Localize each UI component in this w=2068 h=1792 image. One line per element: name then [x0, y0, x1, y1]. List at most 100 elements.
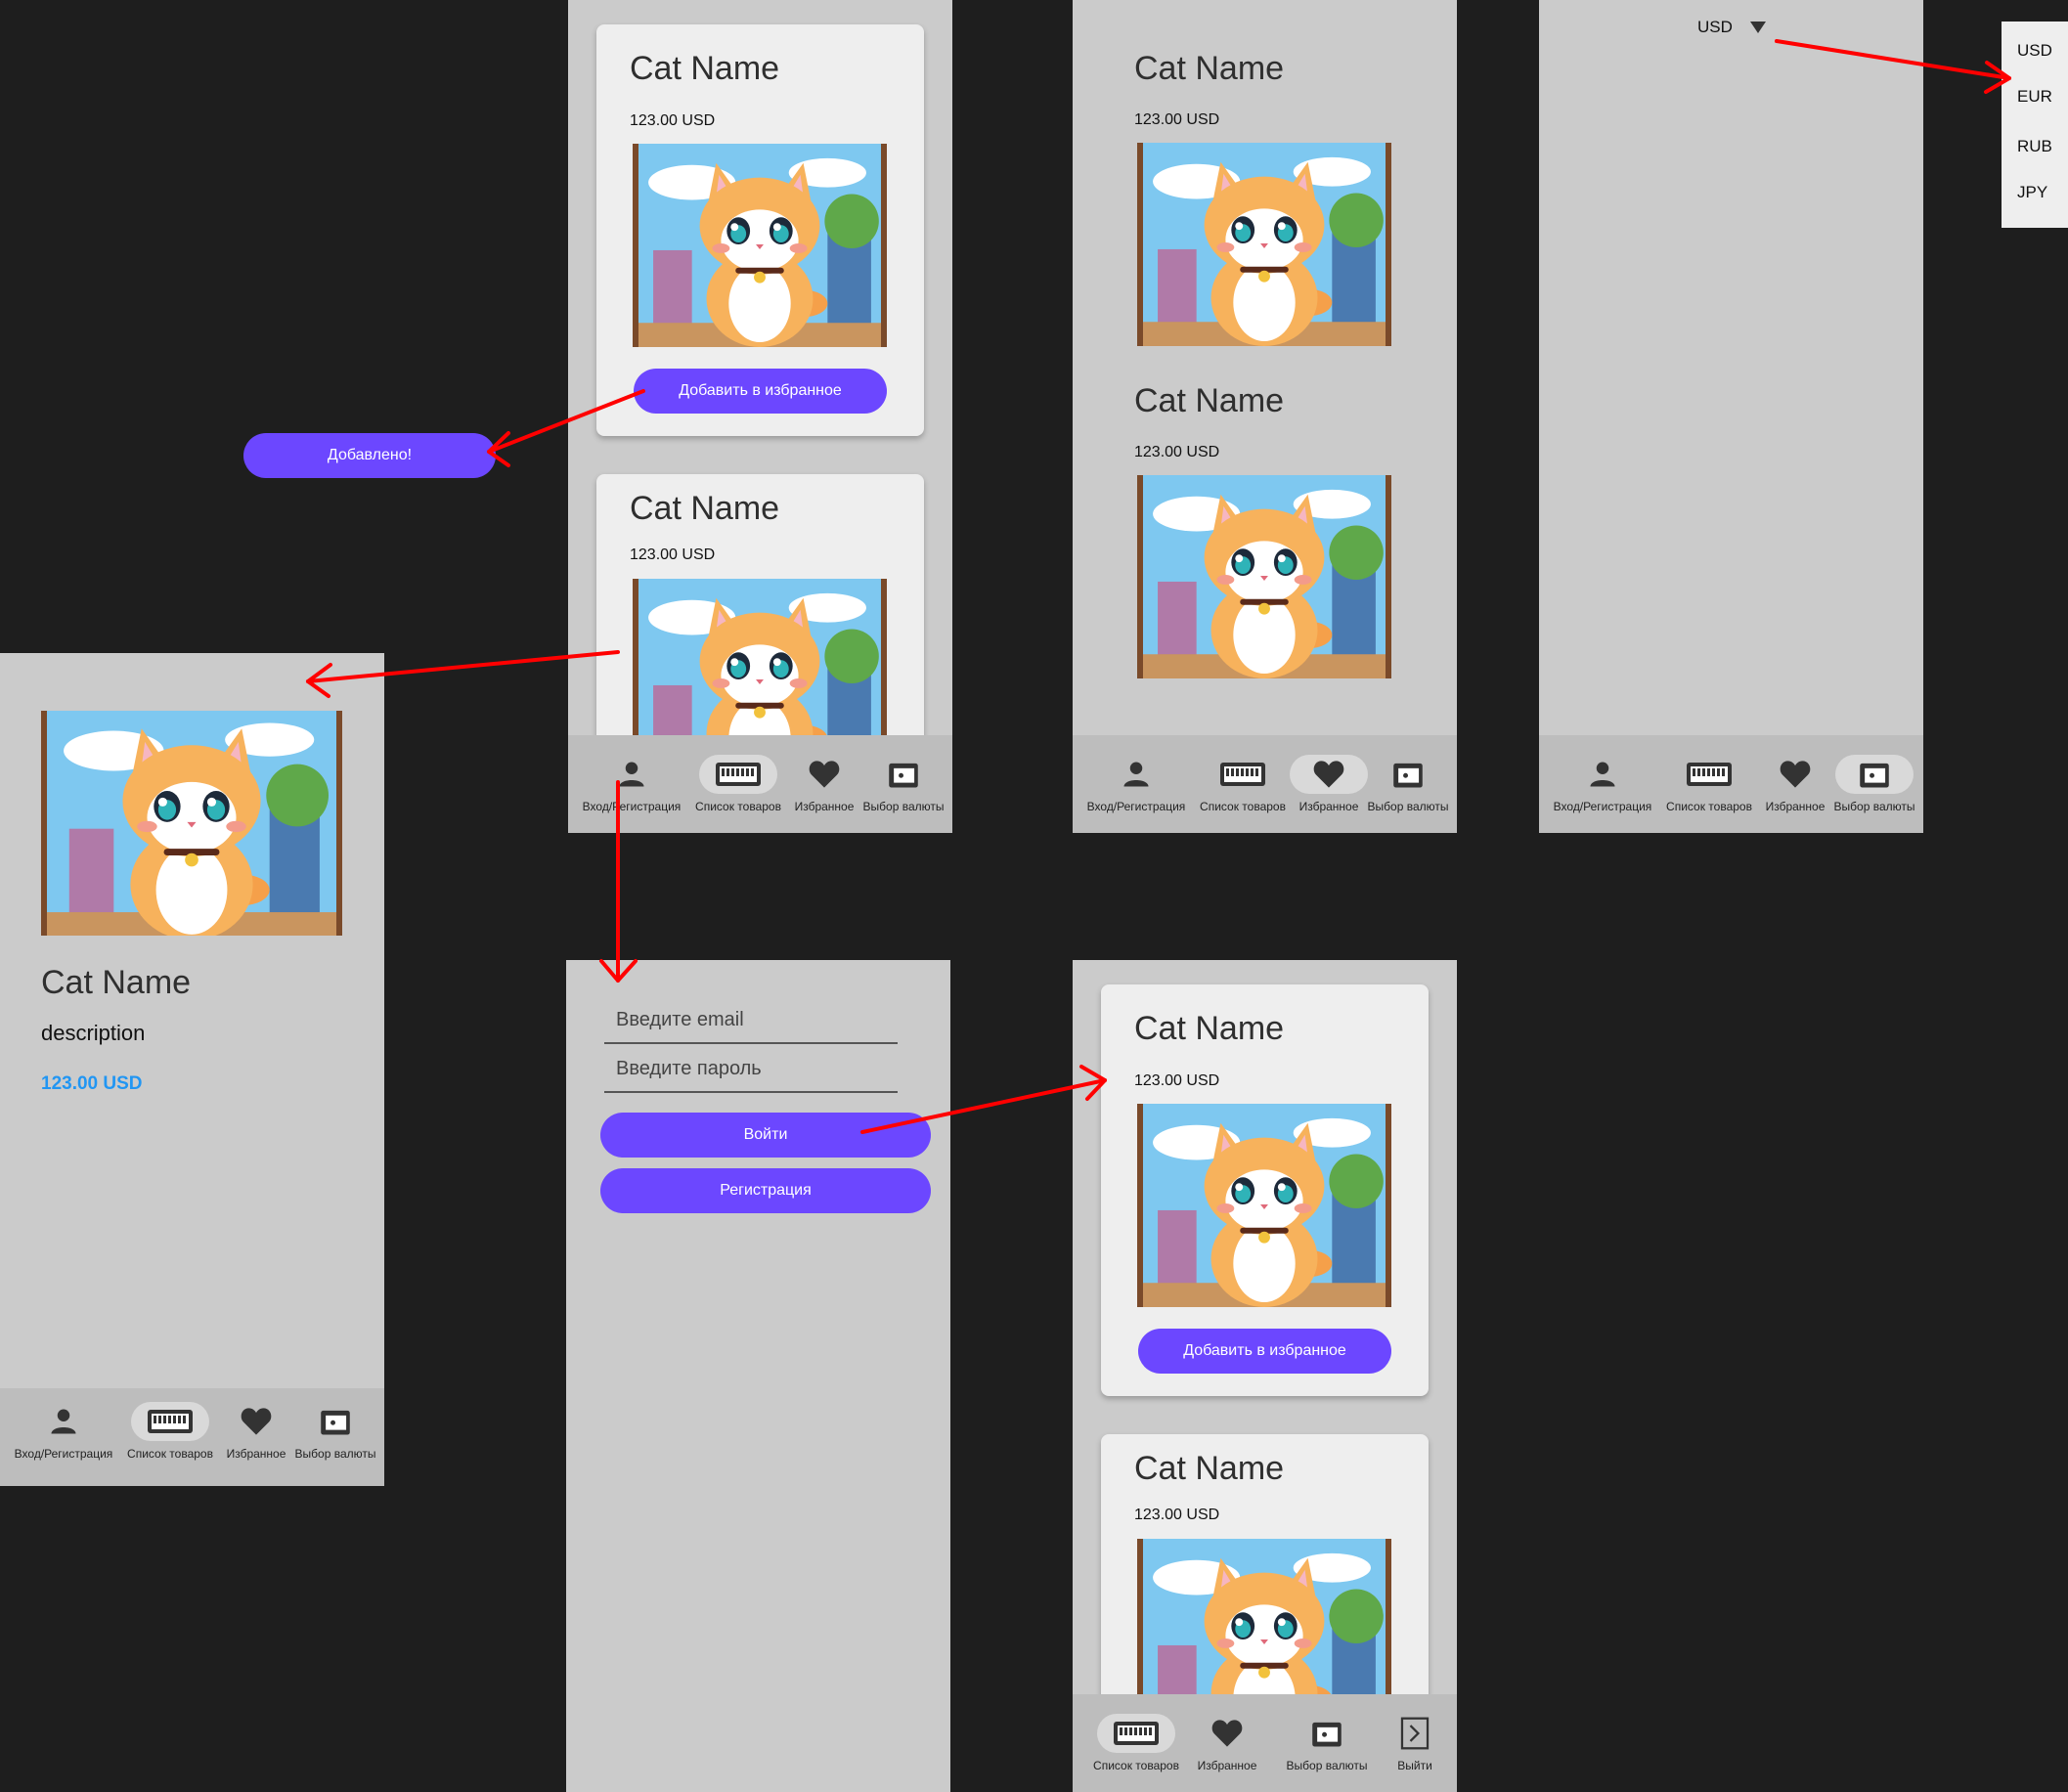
- product-name: Cat Name: [1134, 50, 1285, 87]
- catalog-icon: [1219, 762, 1266, 787]
- add-favorite-button[interactable]: Добавить в избранное: [634, 369, 887, 414]
- catalog-icon: [147, 1409, 194, 1434]
- product-name: Cat Name: [630, 50, 780, 87]
- nav-label-logout: Выйти: [1397, 1759, 1432, 1772]
- nav-currency[interactable]: Выбор валюты: [1830, 755, 1918, 813]
- nav-label-login: Вход/Регистрация: [1086, 800, 1186, 813]
- wallet-icon: [1859, 760, 1890, 789]
- exit-icon: [1400, 1717, 1430, 1750]
- nav-label-catalog: Список товаров: [695, 800, 781, 813]
- nav-label-login: Вход/Регистрация: [14, 1447, 113, 1461]
- product-name: Cat Name: [1134, 1010, 1285, 1047]
- currency-option-jpy[interactable]: JPY: [2017, 183, 2047, 202]
- user-icon: [617, 760, 646, 789]
- nav-favorites[interactable]: Избранное: [785, 755, 863, 813]
- screen-login: Введите email Введите пароль Войти Регис…: [566, 960, 950, 1792]
- nav-favorites[interactable]: Избранное: [1188, 1714, 1266, 1772]
- nav-label-catalog: Список товаров: [1666, 800, 1752, 813]
- nav-label-favorites: Избранное: [794, 800, 855, 813]
- nav-favorites[interactable]: Избранное: [1290, 755, 1368, 813]
- nav-icon-wrap: [785, 755, 863, 794]
- nav-favorites[interactable]: Избранное: [217, 1402, 295, 1461]
- nav-icon-wrap: [1670, 755, 1748, 794]
- product-name: Cat Name: [1134, 1450, 1285, 1487]
- chevron-down-icon: [1749, 22, 1766, 33]
- nav-currency[interactable]: Выбор валюты: [1364, 755, 1452, 813]
- product-description: description: [41, 1021, 146, 1045]
- product-image: [1137, 143, 1391, 346]
- nav-favorites[interactable]: Избранное: [1756, 755, 1834, 813]
- screen-currency: USD Вход/Регистрация Список товаров Избр…: [1539, 0, 1923, 833]
- nav-icon-wrap: [1188, 1714, 1266, 1753]
- nav-currency[interactable]: Выбор валюты: [291, 1402, 379, 1461]
- nav-catalog[interactable]: Список товаров: [1194, 755, 1292, 813]
- nav-login[interactable]: Вход/Регистрация: [573, 755, 690, 813]
- screen-catalog-authorized: Cat Name 123.00 USD Добавить в избранное…: [1073, 960, 1457, 1792]
- login-button[interactable]: Войти: [600, 1113, 931, 1158]
- wallet-icon: [320, 1407, 351, 1436]
- nav-label-currency: Выбор валюты: [862, 800, 945, 813]
- product-price: 123.00 USD: [1134, 1072, 1220, 1089]
- catalog-icon: [715, 762, 762, 787]
- nav-logout[interactable]: Выйти: [1386, 1714, 1444, 1772]
- product-image: [1137, 1104, 1391, 1307]
- nav-icon-wrap: [1288, 1714, 1366, 1753]
- nav-icon-wrap-active: [1835, 755, 1914, 794]
- bottom-nav: Вход/Регистрация Список товаров Избранно…: [1073, 735, 1457, 833]
- currency-selected-value: USD: [1697, 18, 1733, 36]
- nav-login[interactable]: Вход/Регистрация: [5, 1402, 122, 1461]
- currency-menu: USD EUR RUB JPY: [2002, 22, 2068, 228]
- screen-product-detail: Cat Name description 123.00 USD Вход/Рег…: [0, 653, 384, 1486]
- email-field[interactable]: Введите email: [604, 1009, 898, 1044]
- nav-label-favorites: Избранное: [1298, 800, 1359, 813]
- nav-login[interactable]: Вход/Регистрация: [1078, 755, 1195, 813]
- nav-currency[interactable]: Выбор валюты: [859, 755, 947, 813]
- product-name: Cat Name: [630, 490, 780, 527]
- screen-favorites: Cat Name 123.00 USD Cat Name 123.00 USD …: [1073, 0, 1457, 833]
- nav-label-favorites: Избранное: [1765, 800, 1826, 813]
- nav-label-favorites: Избранное: [226, 1447, 286, 1461]
- nav-label-login: Вход/Регистрация: [1553, 800, 1652, 813]
- product-price: 123.00 USD: [630, 546, 716, 563]
- nav-currency[interactable]: Выбор валюты: [1278, 1714, 1376, 1772]
- product-card[interactable]: Cat Name 123.00 USD Добавить в избранное: [596, 24, 924, 436]
- product-image: [41, 711, 342, 936]
- product-price: 123.00 USD: [630, 112, 716, 129]
- product-price: 123.00 USD: [41, 1073, 143, 1094]
- nav-label-currency: Выбор валюты: [1286, 1759, 1368, 1772]
- product-card[interactable]: Cat Name 123.00 USD Добавить в избранное: [1101, 984, 1429, 1396]
- user-icon: [1588, 760, 1617, 789]
- heart-icon: [1210, 1719, 1244, 1748]
- nav-catalog[interactable]: Список товаров: [689, 755, 787, 813]
- wallet-icon: [888, 760, 919, 789]
- nav-catalog[interactable]: Список товаров: [1087, 1714, 1185, 1772]
- nav-icon-wrap: [1756, 755, 1834, 794]
- nav-icon-wrap: [1369, 755, 1447, 794]
- product-image: [1137, 475, 1391, 678]
- nav-label-catalog: Список товаров: [1200, 800, 1286, 813]
- currency-option-rub[interactable]: RUB: [2017, 137, 2052, 156]
- heart-icon: [808, 760, 841, 789]
- nav-icon-wrap-active: [1097, 1714, 1175, 1753]
- currency-option-usd[interactable]: USD: [2017, 41, 2052, 61]
- register-button[interactable]: Регистрация: [600, 1168, 931, 1213]
- heart-icon: [1312, 760, 1345, 789]
- nav-icon-wrap: [296, 1402, 374, 1441]
- nav-login[interactable]: Вход/Регистрация: [1544, 755, 1661, 813]
- nav-label-currency: Выбор валюты: [294, 1447, 376, 1461]
- nav-icon-wrap: [593, 755, 671, 794]
- product-name: Cat Name: [1134, 382, 1285, 419]
- nav-icon-wrap-active: [699, 755, 777, 794]
- nav-icon-wrap: [1386, 1714, 1444, 1753]
- nav-label-currency: Выбор валюты: [1367, 800, 1449, 813]
- nav-catalog[interactable]: Список товаров: [1660, 755, 1758, 813]
- nav-label-catalog: Список товаров: [127, 1447, 213, 1461]
- currency-option-eur[interactable]: EUR: [2017, 87, 2052, 107]
- currency-select[interactable]: USD: [1697, 18, 1766, 37]
- password-field[interactable]: Введите пароль: [604, 1058, 898, 1093]
- add-favorite-button[interactable]: Добавить в избранное: [1138, 1329, 1391, 1374]
- nav-catalog[interactable]: Список товаров: [121, 1402, 219, 1461]
- product-price: 123.00 USD: [1134, 111, 1220, 128]
- nav-icon-wrap-active: [1290, 755, 1368, 794]
- nav-icon-wrap: [1204, 755, 1282, 794]
